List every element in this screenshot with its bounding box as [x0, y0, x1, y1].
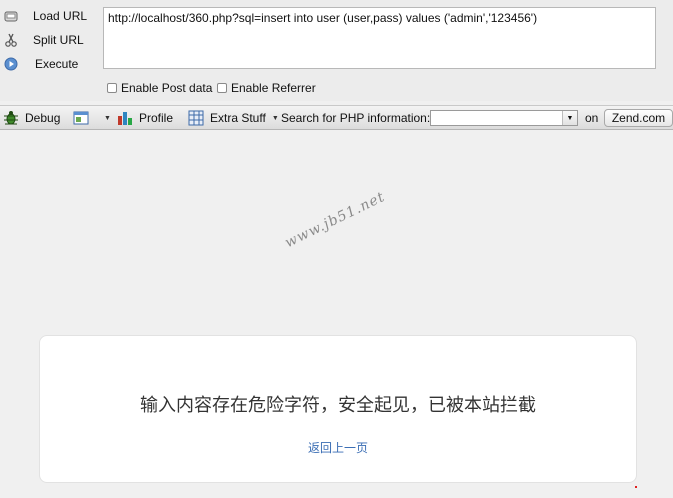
- debug-label: Debug: [25, 111, 61, 125]
- load-url-icon: [4, 11, 18, 22]
- blocked-message-card: 输入内容存在危险字符，安全起见，已被本站拦截 返回上一页: [39, 335, 637, 483]
- enable-post-checkbox[interactable]: Enable Post data: [107, 80, 212, 96]
- hackbar-panel: Load URL Split URL Execute http://localh…: [0, 0, 673, 101]
- red-dot: [635, 486, 637, 488]
- enable-referrer-label: Enable Referrer: [231, 81, 316, 95]
- on-label: on: [585, 111, 599, 125]
- page-view-button[interactable]: ▼: [73, 106, 111, 130]
- extra-stuff-button[interactable]: Extra Stuff ▼: [188, 106, 279, 130]
- referrer-checkbox-box[interactable]: [217, 83, 227, 93]
- chart-icon: [118, 112, 132, 125]
- load-url-label: Load URL: [33, 9, 88, 23]
- enable-post-label: Enable Post data: [121, 81, 213, 95]
- grid-icon: [188, 110, 204, 126]
- blocked-message: 输入内容存在危险字符，安全起见，已被本站拦截: [140, 395, 536, 416]
- chevron-down-icon[interactable]: ▼: [104, 115, 111, 122]
- bug-icon: [4, 111, 18, 125]
- split-url-label: Split URL: [33, 33, 84, 47]
- watermark: www.jb51.net: [282, 188, 388, 252]
- enable-referrer-checkbox[interactable]: Enable Referrer: [217, 80, 316, 96]
- back-link[interactable]: 返回上一页: [40, 439, 636, 456]
- post-checkbox-box[interactable]: [107, 83, 117, 93]
- debug-button[interactable]: Debug: [3, 106, 60, 130]
- play-icon: [4, 57, 18, 71]
- profile-label: Profile: [139, 111, 174, 125]
- extra-stuff-label: Extra Stuff: [210, 111, 266, 125]
- execute-button[interactable]: Execute: [0, 53, 100, 75]
- php-toolbar: Debug ▼ Profile Extra Stuff ▼ Search for…: [0, 105, 673, 130]
- load-url-button[interactable]: Load URL: [0, 5, 100, 27]
- execute-label: Execute: [35, 57, 79, 71]
- chevron-down-icon[interactable]: ▼: [562, 111, 577, 125]
- php-search-combobox[interactable]: ▼: [430, 110, 578, 126]
- window-icon: [73, 111, 89, 125]
- chevron-down-icon[interactable]: ▼: [272, 115, 279, 122]
- scissors-icon: [5, 33, 17, 47]
- site-select-button[interactable]: Zend.com: [604, 109, 673, 127]
- search-php-label: Search for PHP information:: [281, 111, 431, 125]
- url-input[interactable]: http://localhost/360.php?sql=insert into…: [103, 7, 656, 69]
- profile-button[interactable]: Profile: [117, 106, 173, 130]
- split-url-button[interactable]: Split URL: [0, 29, 100, 51]
